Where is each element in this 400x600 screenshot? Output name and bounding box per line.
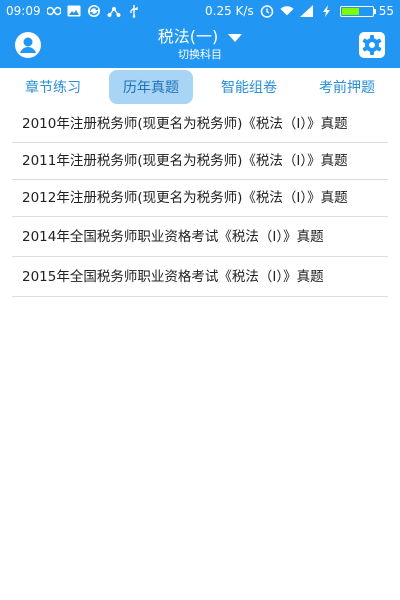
tab-pre-exam-questions[interactable]: 考前押题: [305, 70, 389, 104]
exam-list: 2010年注册税务师(现更名为税务师)《税法（I）》真题 2011年注册税务师(…: [12, 106, 388, 297]
list-item[interactable]: 2010年注册税务师(现更名为税务师)《税法（I）》真题: [12, 106, 388, 143]
battery-icon: 55: [339, 4, 394, 18]
title-row: 税法(一): [158, 27, 243, 47]
list-item[interactable]: 2015年全国税务师职业资格考试《税法（I）》真题: [12, 257, 388, 297]
status-right: 0.25 K/s 55: [205, 4, 394, 18]
network-icon: [107, 4, 121, 18]
tab-smart-paper[interactable]: 智能组卷: [207, 70, 291, 104]
charging-icon: [320, 4, 334, 18]
battery-cap: [373, 8, 376, 14]
page-subtitle: 切换科目: [178, 48, 222, 61]
image-icon: [67, 4, 81, 18]
battery-fill: [341, 7, 359, 15]
status-left: 09:09: [6, 4, 141, 18]
usb-icon: [127, 4, 141, 18]
list-item[interactable]: 2014年全国税务师职业资格考试《税法（I）》真题: [12, 217, 388, 257]
page-title: 税法(一): [157, 27, 219, 46]
status-time: 09:09: [6, 4, 41, 18]
status-bar: 09:09 0.25 K/s 55: [0, 0, 400, 22]
tab-past-exams[interactable]: 历年真题: [109, 70, 193, 104]
alarm-icon: [260, 4, 274, 18]
list-item[interactable]: 2011年注册税务师(现更名为税务师)《税法（I）》真题: [12, 143, 388, 180]
app-screen: 09:09 0.25 K/s 55 税法(一) 切换科目 章节练习 历年真题 智…: [0, 0, 400, 600]
battery-body: [339, 5, 374, 17]
app-header: 税法(一) 切换科目: [0, 22, 400, 68]
battery-percent: 55: [378, 4, 394, 18]
gear-icon[interactable]: [358, 31, 386, 59]
tab-chapter-practice[interactable]: 章节练习: [11, 70, 95, 104]
user-avatar-icon[interactable]: [14, 31, 42, 59]
chevron-down-icon: [228, 27, 243, 47]
signal-icon: [299, 4, 314, 18]
network-speed: 0.25 K/s: [205, 4, 254, 18]
list-item[interactable]: 2012年注册税务师(现更名为税务师)《税法（I）》真题: [12, 180, 388, 217]
sync-icon: [87, 4, 101, 18]
tab-bar: 章节练习 历年真题 智能组卷 考前押题: [0, 70, 400, 104]
wifi-icon: [280, 4, 294, 18]
infinity-icon: [46, 4, 61, 18]
subject-switcher[interactable]: 税法(一) 切换科目: [100, 27, 300, 62]
